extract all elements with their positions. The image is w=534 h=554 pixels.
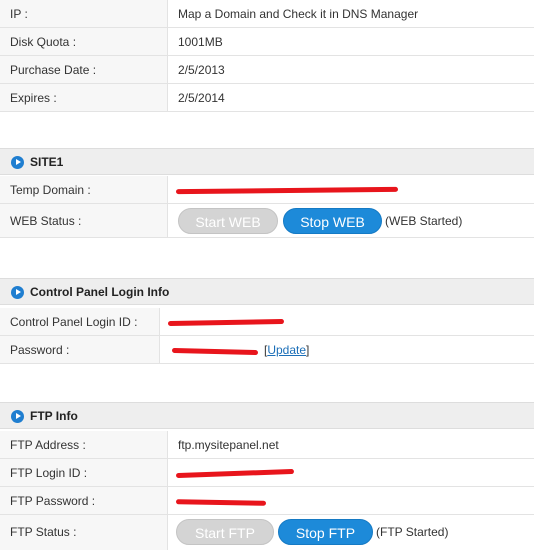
purchase-date-row: Purchase Date : 2/5/2013 [0,56,534,84]
ftp-password-row: FTP Password : [0,487,534,515]
cp-password-label: Password : [0,336,160,363]
ftp-address-label: FTP Address : [0,431,168,458]
cp-login-id-redaction [167,318,285,327]
stop-web-button[interactable]: Stop WEB [283,208,382,234]
site-section-title: SITE1 [30,155,64,169]
control-panel-table: Control Panel Login ID : Password : [Upd… [0,308,534,364]
web-status-controls: Start WEB Stop WEB (WEB Started) [168,204,534,237]
expires-label: Expires : [0,84,168,111]
control-panel-section-title: Control Panel Login Info [30,285,170,299]
cp-login-id-label: Control Panel Login ID : [0,308,160,335]
ip-value: Map a Domain and Check it in DNS Manager [178,7,419,21]
ip-label: IP : [0,0,168,27]
start-web-button[interactable]: Start WEB [178,208,278,234]
expires-value: 2/5/2014 [178,91,225,105]
cp-login-id-value [160,308,534,335]
ftp-login-redaction [175,468,295,479]
disk-quota-row: Disk Quota : 1001MB [0,28,534,56]
ftp-login-row: FTP Login ID : [0,459,534,487]
update-bracket-close: ] [306,343,310,357]
ftp-status-label: FTP Status : [0,515,168,550]
temp-domain-value [168,176,534,203]
cp-login-id-row: Control Panel Login ID : [0,308,534,336]
temp-domain-row: Temp Domain : [0,176,534,204]
web-status-row: WEB Status : Start WEB Stop WEB (WEB Sta… [0,204,534,238]
ftp-table: FTP Address : ftp.mysitepanel.net FTP Lo… [0,431,534,550]
disk-quota-value: 1001MB [178,35,223,49]
control-panel-section-header[interactable]: Control Panel Login Info [0,278,534,305]
temp-domain-redaction [175,186,399,195]
cp-password-value: [Update] [160,336,534,363]
start-ftp-button[interactable]: Start FTP [176,519,274,545]
purchase-date-label: Purchase Date : [0,56,168,83]
web-status-label: WEB Status : [0,204,168,237]
web-status-text: (WEB Started) [385,214,463,228]
temp-domain-label: Temp Domain : [0,176,168,203]
stop-ftp-button[interactable]: Stop FTP [278,519,373,545]
account-info-table: IP : Map a Domain and Check it in DNS Ma… [0,0,534,112]
ftp-section-title: FTP Info [30,409,78,423]
ftp-status-text: (FTP Started) [376,525,449,539]
update-link[interactable]: Update [267,343,306,357]
site-section-header[interactable]: SITE1 [0,148,534,175]
ftp-login-label: FTP Login ID : [0,459,168,486]
expand-arrow-icon[interactable] [11,156,24,169]
ftp-address-value: ftp.mysitepanel.net [178,438,279,452]
site-table: Temp Domain : WEB Status : Start WEB Sto… [0,176,534,238]
purchase-date-value: 2/5/2013 [178,63,225,77]
ftp-login-value [168,459,534,486]
ftp-section-header[interactable]: FTP Info [0,402,534,429]
ftp-password-redaction [175,499,267,506]
expires-row: Expires : 2/5/2014 [0,84,534,112]
update-link-wrapper: [Update] [264,336,309,364]
expand-arrow-icon[interactable] [11,410,24,423]
ftp-address-row: FTP Address : ftp.mysitepanel.net [0,431,534,459]
ftp-password-label: FTP Password : [0,487,168,514]
cp-password-redaction [171,347,259,356]
ftp-password-value [168,487,534,514]
expand-arrow-icon[interactable] [11,286,24,299]
ftp-status-row: FTP Status : Start FTP Stop FTP (FTP Sta… [0,515,534,550]
ip-row: IP : Map a Domain and Check it in DNS Ma… [0,0,534,28]
cp-password-row: Password : [Update] [0,336,534,364]
disk-quota-label: Disk Quota : [0,28,168,55]
ftp-status-controls: Start FTP Stop FTP (FTP Started) [168,515,534,550]
